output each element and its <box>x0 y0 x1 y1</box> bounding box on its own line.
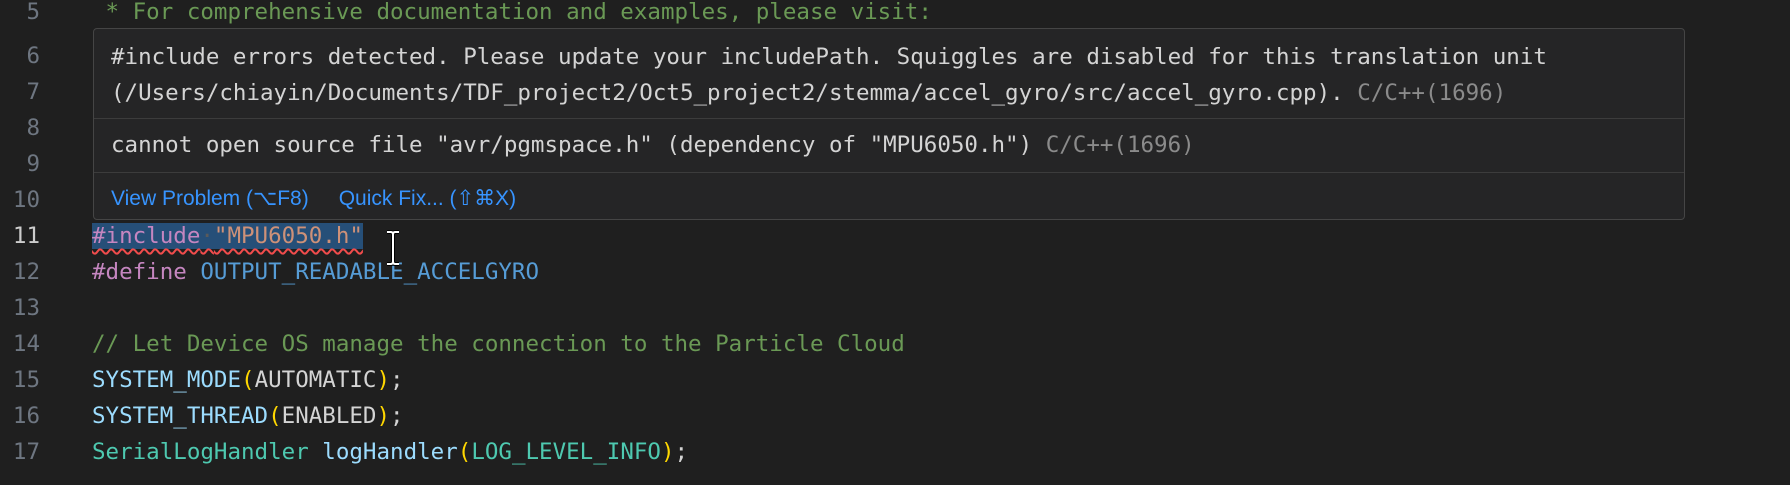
code-token: ) <box>376 403 391 429</box>
line-number: 9 <box>26 151 40 177</box>
code-token: · <box>200 223 214 249</box>
line-number: 7 <box>26 79 40 105</box>
code-token: #include <box>92 223 201 249</box>
code-token: SYSTEM_MODE <box>92 367 242 393</box>
code-token: ; <box>390 367 404 393</box>
line-code: * For comprehensive documentation and ex… <box>92 0 932 30</box>
code-token: SerialLogHandler <box>92 439 309 465</box>
line-number: 14 <box>12 331 40 357</box>
line-number: 11 <box>12 223 40 249</box>
error-code: C/C++(1696) <box>1357 80 1507 106</box>
error-hover-popup: #include errors detected. Please update … <box>93 28 1685 220</box>
include-error-text-line1: #include errors detected. Please update … <box>111 44 1547 70</box>
i-beam-cursor-icon <box>382 228 404 268</box>
line-number: 6 <box>26 43 40 69</box>
line-code: // Let Device OS manage the connection t… <box>92 326 905 362</box>
code-token: SYSTEM_THREAD <box>92 403 269 429</box>
include-error-message: #include errors detected. Please update … <box>111 39 1547 111</box>
cannot-open-source-text: cannot open source file "avr/pgmspace.h"… <box>111 132 1033 158</box>
code-token: "MPU6050.h" <box>213 223 363 249</box>
line-code: SYSTEM_MODE(AUTOMATIC); <box>92 362 404 398</box>
cannot-open-source-message: cannot open source file "avr/pgmspace.h"… <box>111 127 1195 163</box>
line-code: SYSTEM_THREAD(ENABLED); <box>92 398 404 434</box>
error-code: C/C++(1696) <box>1045 132 1195 158</box>
line-number: 10 <box>12 187 40 213</box>
divider <box>94 172 1684 173</box>
code-line[interactable]: 16 SYSTEM_THREAD(ENABLED); <box>0 398 1790 434</box>
code-token: ( <box>241 367 255 393</box>
code-token: ( <box>268 403 282 429</box>
code-token: logHandler <box>322 439 458 465</box>
view-problem-link[interactable]: View Problem (⌥F8) <box>111 187 309 210</box>
quick-fix-link[interactable]: Quick Fix... (⇧⌘X) <box>339 187 516 210</box>
line-number: 17 <box>12 439 40 465</box>
code-token: OUTPUT_READABLE_ACCELGYRO <box>200 259 540 285</box>
code-token: #define <box>92 259 201 285</box>
line-number: 15 <box>12 367 40 393</box>
code-line[interactable]: 17 SerialLogHandler logHandler(LOG_LEVEL_… <box>0 434 1790 470</box>
code-line[interactable]: 12 #define OUTPUT_READABLE_ACCELGYRO <box>0 254 1790 290</box>
code-line[interactable]: 11 #include·"MPU6050.h" <box>0 218 1790 254</box>
code-line[interactable]: 5 * For comprehensive documentation and … <box>0 0 1790 30</box>
line-number: 13 <box>12 295 40 321</box>
code-token: ) <box>376 367 391 393</box>
line-code: SerialLogHandler logHandler(LOG_LEVEL_IN… <box>92 434 688 470</box>
code-line[interactable]: 14 // Let Device OS manage the connection… <box>0 326 1790 362</box>
line-number: 5 <box>26 0 40 25</box>
code-token: // Let Device OS manage the connection t… <box>92 331 905 357</box>
include-error-text-line2: (/Users/chiayin/Documents/TDF_project2/O… <box>111 80 1344 106</box>
code-token: ENABLED <box>281 403 377 429</box>
code-token: ; <box>390 403 404 429</box>
code-token: ; <box>674 439 689 465</box>
code-token: * For comprehensive documentation and ex… <box>92 0 932 25</box>
code-line[interactable]: 15 SYSTEM_MODE(AUTOMATIC); <box>0 362 1790 398</box>
code-token: AUTOMATIC <box>254 367 377 393</box>
line-code: #define OUTPUT_READABLE_ACCELGYRO <box>92 254 539 290</box>
code-token: ( <box>457 439 472 465</box>
hover-actions: View Problem (⌥F8) Quick Fix... (⇧⌘X) <box>111 181 546 217</box>
line-number: 12 <box>12 259 40 285</box>
code-line[interactable]: 13 <box>0 290 1790 326</box>
line-code: #include·"MPU6050.h" <box>92 218 363 254</box>
line-number: 8 <box>26 115 40 141</box>
divider <box>94 118 1684 119</box>
code-token: ) <box>660 439 675 465</box>
line-number: 16 <box>12 403 40 429</box>
code-token: LOG_LEVEL_INFO <box>471 439 661 465</box>
